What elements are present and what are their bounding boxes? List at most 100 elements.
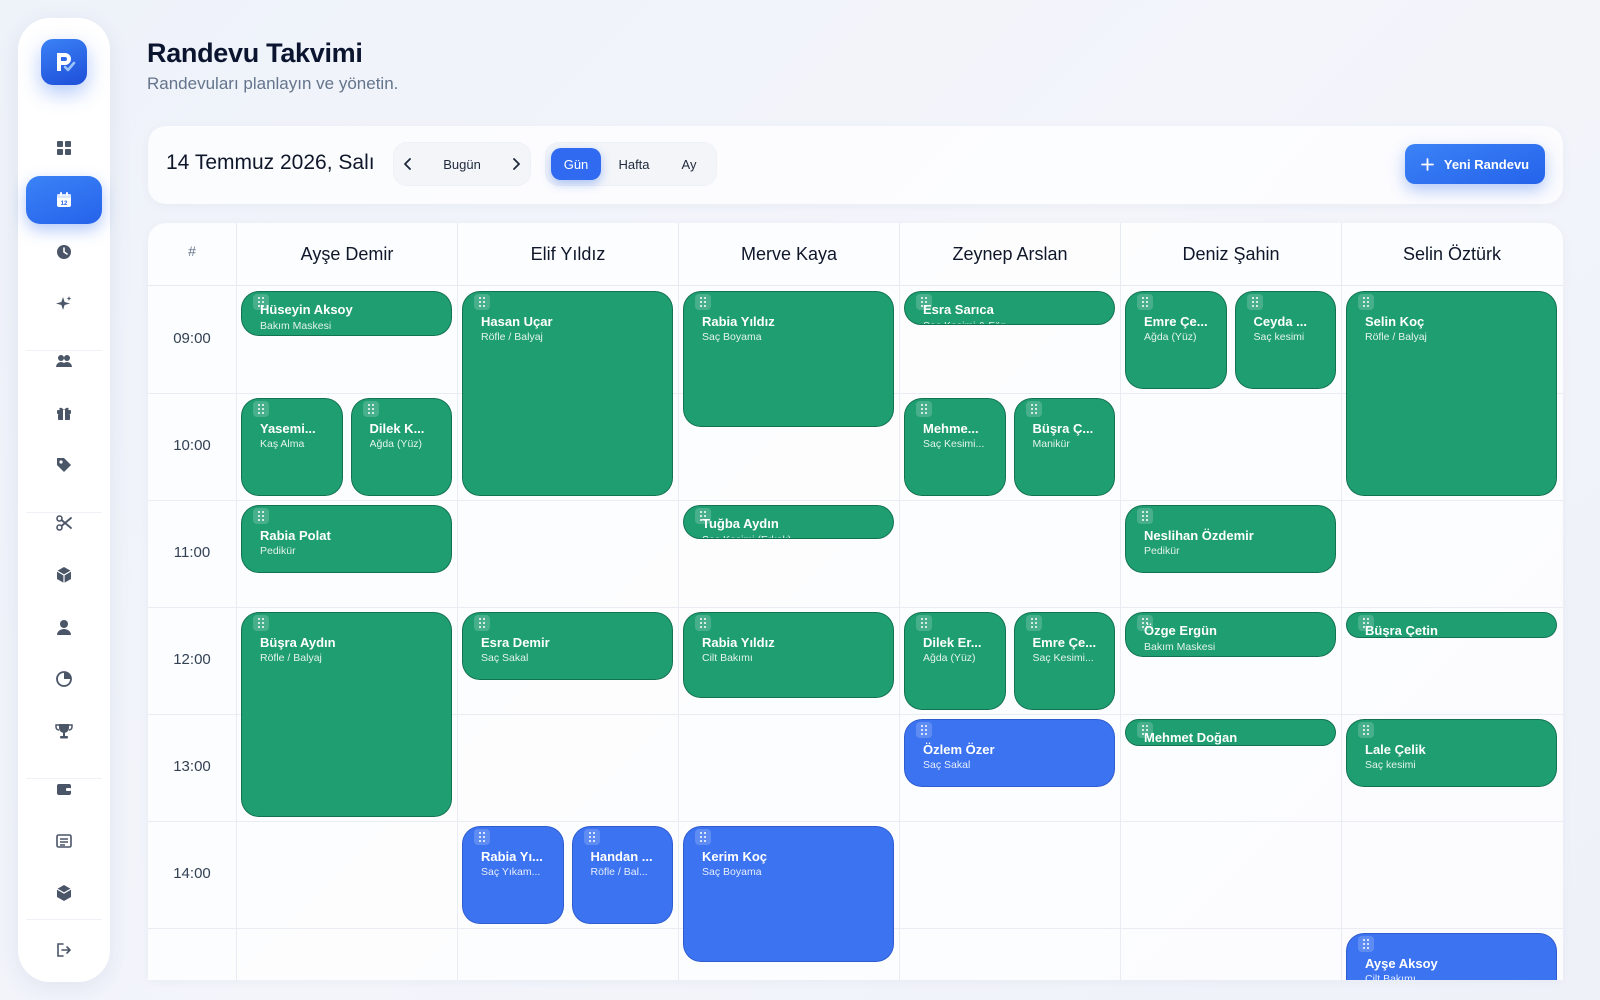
- drag-handle-icon[interactable]: [916, 401, 932, 417]
- drag-handle-icon[interactable]: [1358, 936, 1374, 952]
- drag-handle-icon[interactable]: [253, 401, 269, 417]
- sidebar-item-logout[interactable]: [26, 926, 102, 974]
- appointment-card[interactable]: Mehme... Saç Kesimi...: [904, 398, 1006, 497]
- appointment-card[interactable]: Esra Demir Saç Sakal: [462, 612, 673, 680]
- sidebar-item-dashboard[interactable]: [26, 124, 102, 172]
- appointment-card[interactable]: Kerim Koç Saç Boyama: [683, 826, 894, 962]
- view-day-tab[interactable]: Gün: [551, 148, 601, 180]
- user-icon: [57, 620, 71, 635]
- drag-handle-icon[interactable]: [253, 615, 269, 631]
- appointment-card[interactable]: Büşra Çetin: [1346, 612, 1557, 638]
- sidebar-item-customers[interactable]: [26, 337, 102, 385]
- page-title: Randevu Takvimi: [147, 38, 363, 68]
- drag-handle-icon[interactable]: [253, 508, 269, 524]
- next-day-button[interactable]: [501, 142, 531, 186]
- appointment-card[interactable]: Mehmet Doğan: [1125, 719, 1336, 746]
- staff-column-header: Deniz Şahin: [1120, 223, 1341, 285]
- appointment-card[interactable]: Dilek K... Ağda (Yüz): [350, 398, 452, 497]
- appointment-client: Rabia Yı...: [481, 849, 543, 864]
- grid-hour-line: [148, 607, 1563, 608]
- drag-handle-icon[interactable]: [474, 294, 490, 310]
- drag-handle-icon[interactable]: [1358, 294, 1374, 310]
- chevron-right-icon: [513, 158, 520, 170]
- time-slot-label: 14:00: [173, 865, 211, 882]
- new-appointment-button[interactable]: Yeni Randevu: [1405, 144, 1545, 184]
- appointment-card[interactable]: Yasemi... Kaş Alma: [241, 398, 343, 497]
- appointment-client: Hüseyin Aksoy: [260, 302, 353, 317]
- sidebar-item-services[interactable]: [26, 280, 102, 328]
- appointment-card[interactable]: Dilek Er... Ağda (Yüz): [904, 612, 1006, 711]
- drag-handle-icon[interactable]: [1025, 615, 1042, 631]
- appointment-card[interactable]: Handan ... Röfle / Bal...: [571, 826, 673, 925]
- appointment-card[interactable]: Ayşe Aksoy Cilt Bakımı: [1346, 933, 1557, 980]
- appointment-card[interactable]: Rabia Yıldız Saç Boyama: [683, 291, 894, 427]
- appointment-card[interactable]: Büşra Aydın Röfle / Balyaj: [241, 612, 452, 818]
- appointment-service: Röfle / Bal...: [590, 866, 648, 878]
- drag-handle-icon[interactable]: [474, 615, 490, 631]
- sidebar-item-products[interactable]: [26, 551, 102, 599]
- previous-day-button[interactable]: [393, 142, 423, 186]
- drag-handle-icon[interactable]: [1137, 294, 1153, 310]
- time-slot-label: 11:00: [173, 544, 211, 561]
- appointment-card[interactable]: Özlem Özer Saç Sakal: [904, 719, 1115, 787]
- appointment-card[interactable]: Büşra Ç... Manikür: [1013, 398, 1115, 497]
- drag-handle-icon[interactable]: [695, 615, 711, 631]
- sidebar-item-campaigns[interactable]: [26, 441, 102, 489]
- appointment-service: Kaş Alma: [260, 438, 305, 450]
- appointment-service: Saç kesimi: [1253, 331, 1305, 343]
- staff-column-header: Selin Öztürk: [1341, 223, 1562, 285]
- sidebar-item-wallet[interactable]: [26, 765, 102, 813]
- appointment-card[interactable]: Rabia Yıldız Cilt Bakımı: [683, 612, 894, 698]
- sidebar-item-inventory[interactable]: [26, 869, 102, 917]
- appointment-client: Yasemi...: [260, 421, 316, 436]
- appointment-card[interactable]: Rabia Yı... Saç Yıkam...: [462, 826, 564, 925]
- sidebar-item-calendar[interactable]: 12: [26, 176, 102, 224]
- time-slot-label: 12:00: [173, 651, 211, 668]
- sidebar-item-invoices[interactable]: [26, 817, 102, 865]
- appointment-card[interactable]: Lale Çelik Saç kesimi: [1346, 719, 1557, 787]
- drag-handle-icon[interactable]: [916, 615, 932, 631]
- drag-handle-icon[interactable]: [1358, 722, 1374, 738]
- appointment-card[interactable]: Hüseyin Aksoy Bakım Maskesi: [241, 291, 452, 336]
- appointment-client: Emre Çe...: [1032, 635, 1097, 650]
- drag-handle-icon[interactable]: [583, 829, 600, 845]
- wallet-icon: [57, 784, 71, 795]
- drag-handle-icon[interactable]: [695, 294, 711, 310]
- sidebar-item-gifts[interactable]: [26, 389, 102, 437]
- appointment-client: Ceyda ...: [1253, 314, 1307, 329]
- appointment-card[interactable]: Emre Çe... Ağda (Yüz): [1125, 291, 1227, 390]
- staff-column-header: Merve Kaya: [678, 223, 899, 285]
- appointment-card[interactable]: Özge Ergün Bakım Maskesi: [1125, 612, 1336, 657]
- drag-handle-icon[interactable]: [695, 829, 711, 845]
- sparkle-icon: [56, 296, 72, 310]
- drag-handle-icon[interactable]: [474, 829, 490, 845]
- drag-handle-icon[interactable]: [362, 401, 379, 417]
- appointment-card[interactable]: Neslihan Özdemir Pedikür: [1125, 505, 1336, 573]
- appointment-client: Dilek Er...: [923, 635, 982, 650]
- appointment-client: Emre Çe...: [1144, 314, 1208, 329]
- sidebar-item-profile[interactable]: [26, 603, 102, 651]
- appointment-card[interactable]: Esra Sarıca Saç Kesimi & Fön: [904, 291, 1115, 325]
- app-logo[interactable]: [41, 39, 87, 85]
- appointment-card[interactable]: Hasan Uçar Röfle / Balyaj: [462, 291, 673, 497]
- appointment-card[interactable]: Ceyda ... Saç kesimi: [1234, 291, 1336, 390]
- sidebar-item-staff-services[interactable]: [26, 499, 102, 547]
- drag-handle-icon[interactable]: [1246, 294, 1263, 310]
- appointment-card[interactable]: Rabia Polat Pedikür: [241, 505, 452, 573]
- page-subtitle: Randevuları planlayın ve yönetin.: [147, 74, 399, 93]
- sidebar: 12: [18, 18, 110, 982]
- appointment-card[interactable]: Tuğba Aydın Saç Kesimi (Erkek): [683, 505, 894, 539]
- scissors-icon: [56, 515, 72, 531]
- sidebar-item-achievements[interactable]: [26, 707, 102, 755]
- view-week-tab[interactable]: Hafta: [607, 148, 661, 180]
- appointment-card[interactable]: Emre Çe... Saç Kesimi...: [1013, 612, 1115, 711]
- view-month-tab[interactable]: Ay: [667, 148, 711, 180]
- drag-handle-icon[interactable]: [1025, 401, 1042, 417]
- drag-handle-icon[interactable]: [1137, 508, 1153, 524]
- sidebar-item-reports[interactable]: [26, 655, 102, 703]
- today-button[interactable]: Bugün: [423, 157, 501, 172]
- sidebar-item-history[interactable]: [26, 228, 102, 276]
- appointment-card[interactable]: Selin Koç Röfle / Balyaj: [1346, 291, 1557, 497]
- tag-icon: [57, 458, 71, 472]
- drag-handle-icon[interactable]: [916, 722, 932, 738]
